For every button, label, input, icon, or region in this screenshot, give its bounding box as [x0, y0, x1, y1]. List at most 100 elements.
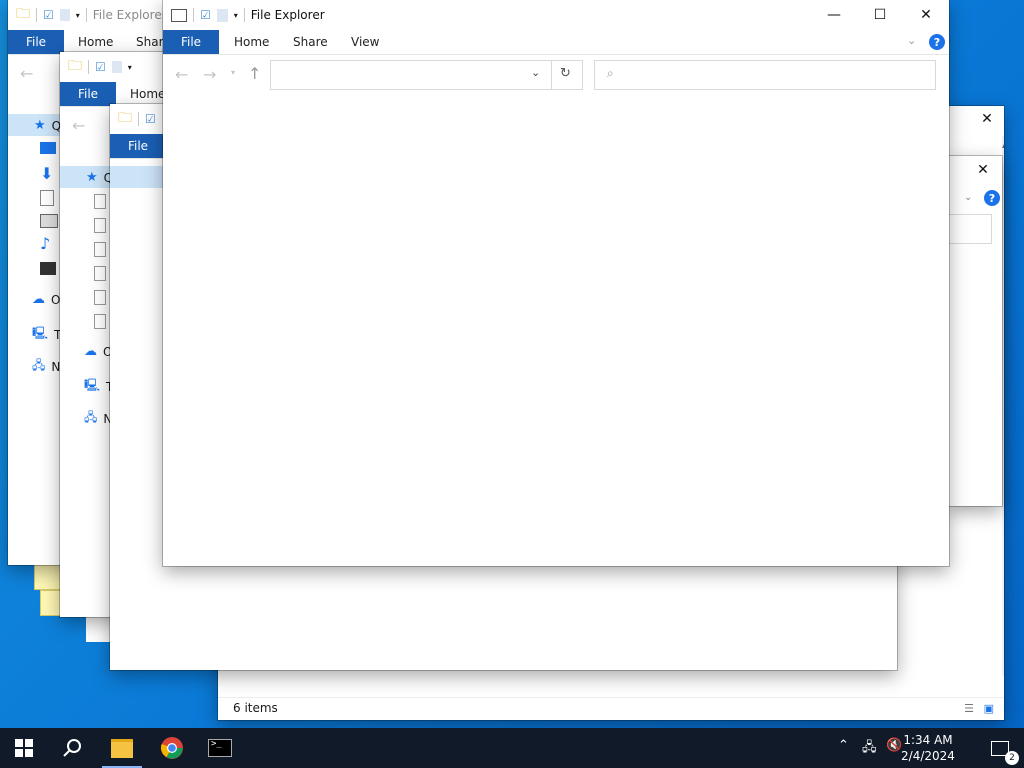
close-button[interactable]: ✕ [970, 106, 1004, 132]
chevron-down-icon[interactable]: ⌄ [964, 192, 972, 203]
file-icon[interactable] [94, 218, 106, 233]
windows-logo-icon [15, 739, 33, 757]
up-arrow-icon[interactable]: ↑ [248, 64, 261, 83]
separator [85, 8, 87, 22]
properties-icon[interactable]: ☑ [95, 60, 106, 74]
scroll-up-arrow[interactable]: ▲ [1002, 140, 1004, 149]
downloads-icon[interactable]: ⬇ [40, 164, 53, 183]
new-folder-icon[interactable] [111, 61, 122, 73]
network-icon[interactable]: 🖧 [862, 738, 877, 760]
computer-icon: 🖳 [32, 326, 49, 340]
nav-item-this-pc[interactable]: 🖳 T [84, 376, 113, 397]
nav-item-network[interactable]: 🖧 N [32, 356, 60, 377]
nav-item-this-pc[interactable]: 🖳 T [32, 324, 61, 345]
address-bar[interactable]: ⌄ [270, 60, 552, 90]
close-button[interactable]: ✕ [903, 0, 949, 30]
windows-start-icon[interactable] [0, 728, 48, 768]
prompt-glyph: >_ [211, 739, 222, 749]
file-explorer-icon[interactable] [98, 728, 146, 768]
properties-icon[interactable]: ☑ [145, 112, 156, 126]
nav-item-network[interactable]: 🖧 N [84, 408, 112, 429]
tab-file[interactable]: File [60, 82, 116, 106]
expand-ribbon-icon[interactable]: ⌄ [907, 34, 916, 47]
music-icon[interactable]: ♪ [40, 234, 50, 253]
tab-home[interactable]: Home [234, 30, 269, 54]
customize-qat-icon[interactable]: ▾ [234, 11, 238, 20]
content-area [163, 96, 949, 566]
pictures-icon[interactable] [40, 214, 58, 228]
window-right-dialog[interactable]: ✕ ⌄ ? [948, 156, 1002, 506]
back-arrow-icon[interactable]: ← [72, 116, 85, 135]
properties-icon[interactable]: ☑ [43, 8, 54, 22]
properties-icon[interactable]: ☑ [200, 8, 211, 22]
cloud-icon: ☁ [84, 344, 97, 359]
chrome-icon[interactable] [148, 728, 196, 768]
folder-icon: 🗀 [16, 6, 30, 22]
new-folder-icon[interactable] [59, 9, 70, 21]
search-input[interactable] [948, 214, 992, 244]
star-icon: ★ [86, 170, 98, 185]
details-view-icon[interactable]: ☰ [964, 702, 974, 715]
folder-icon: 🗀 [118, 110, 132, 126]
address-input[interactable] [277, 65, 521, 85]
magnifier-icon [63, 739, 81, 757]
nav-item-onedrive[interactable]: ☁ O [84, 344, 112, 359]
separator [88, 60, 89, 74]
back-arrow-icon[interactable]: ← [175, 65, 188, 84]
terminal-icon[interactable]: >_ [196, 728, 244, 768]
separator [243, 8, 245, 22]
tab-file[interactable]: File [8, 30, 64, 54]
recent-locations-icon[interactable]: ▾ [231, 68, 235, 77]
quick-access-toolbar: 🗀 ☑ [118, 110, 156, 128]
notifications-icon[interactable]: 2 [976, 728, 1024, 768]
tab-view[interactable]: View [351, 30, 379, 54]
tab-home[interactable]: Home [78, 30, 113, 54]
navigation-bar: ← → ▾ ↑ ⌄ ↻ ⌕ [163, 56, 949, 96]
tab-file[interactable]: File [163, 30, 219, 54]
status-bar: 6 items ☰ ▣ [218, 697, 1004, 720]
file-icon[interactable] [94, 194, 106, 209]
clock[interactable]: 1:34 AM 2/4/2024 [888, 732, 968, 764]
search-icon[interactable] [48, 728, 96, 768]
file-icon[interactable] [94, 314, 106, 329]
help-icon[interactable]: ? [984, 190, 1000, 206]
help-icon[interactable]: ? [929, 34, 945, 50]
nav-item-onedrive[interactable]: ☁ O [32, 292, 60, 307]
videos-icon[interactable] [40, 262, 56, 275]
network-icon: 🖧 [84, 410, 98, 424]
customize-qat-icon[interactable]: ▾ [76, 11, 80, 20]
maximize-button[interactable]: ☐ [857, 0, 903, 30]
forward-arrow-icon[interactable]: → [203, 65, 216, 84]
close-button[interactable]: ✕ [968, 156, 998, 184]
tab-home[interactable]: Home [130, 82, 165, 106]
documents-icon[interactable] [40, 190, 54, 206]
file-icon[interactable] [94, 266, 106, 281]
star-icon: ★ [34, 118, 46, 133]
minimize-button[interactable]: — [811, 0, 857, 30]
folder-icon: 🗀 [68, 58, 82, 74]
tab-file[interactable]: File [110, 134, 166, 158]
customize-qat-icon[interactable]: ▾ [128, 63, 132, 72]
cloud-icon: ☁ [32, 292, 45, 307]
nav-item-quick-access-label[interactable]: ★ Q [34, 118, 61, 133]
scrollbar-track[interactable] [1002, 136, 1004, 676]
search-box[interactable]: ⌕ [594, 60, 936, 90]
file-icon[interactable] [94, 290, 106, 305]
status-item-count: 6 items [233, 701, 278, 715]
folder-icon [111, 738, 133, 758]
address-dropdown-icon[interactable]: ⌄ [531, 66, 540, 79]
show-hidden-icons-icon[interactable]: ⌃ [838, 738, 849, 753]
large-icons-view-icon[interactable]: ▣ [984, 702, 994, 715]
new-folder-icon[interactable] [216, 8, 228, 22]
window-front[interactable]: ☑ ▾ File Explorer — ☐ ✕ File Home Share … [163, 0, 949, 566]
search-input[interactable] [627, 65, 921, 85]
quick-access-toolbar: 🗀 ☑ ▾ [68, 58, 132, 76]
clock-time: 1:34 AM [903, 733, 953, 747]
nav-item-quick-access[interactable] [110, 166, 166, 188]
tab-share[interactable]: Share [293, 30, 328, 54]
back-arrow-icon[interactable]: ← [20, 64, 33, 83]
refresh-button[interactable]: ↻ [551, 60, 583, 90]
desktop-icon[interactable] [40, 142, 56, 154]
file-icon[interactable] [94, 242, 106, 257]
window-title: File Explorer [92, 8, 167, 22]
